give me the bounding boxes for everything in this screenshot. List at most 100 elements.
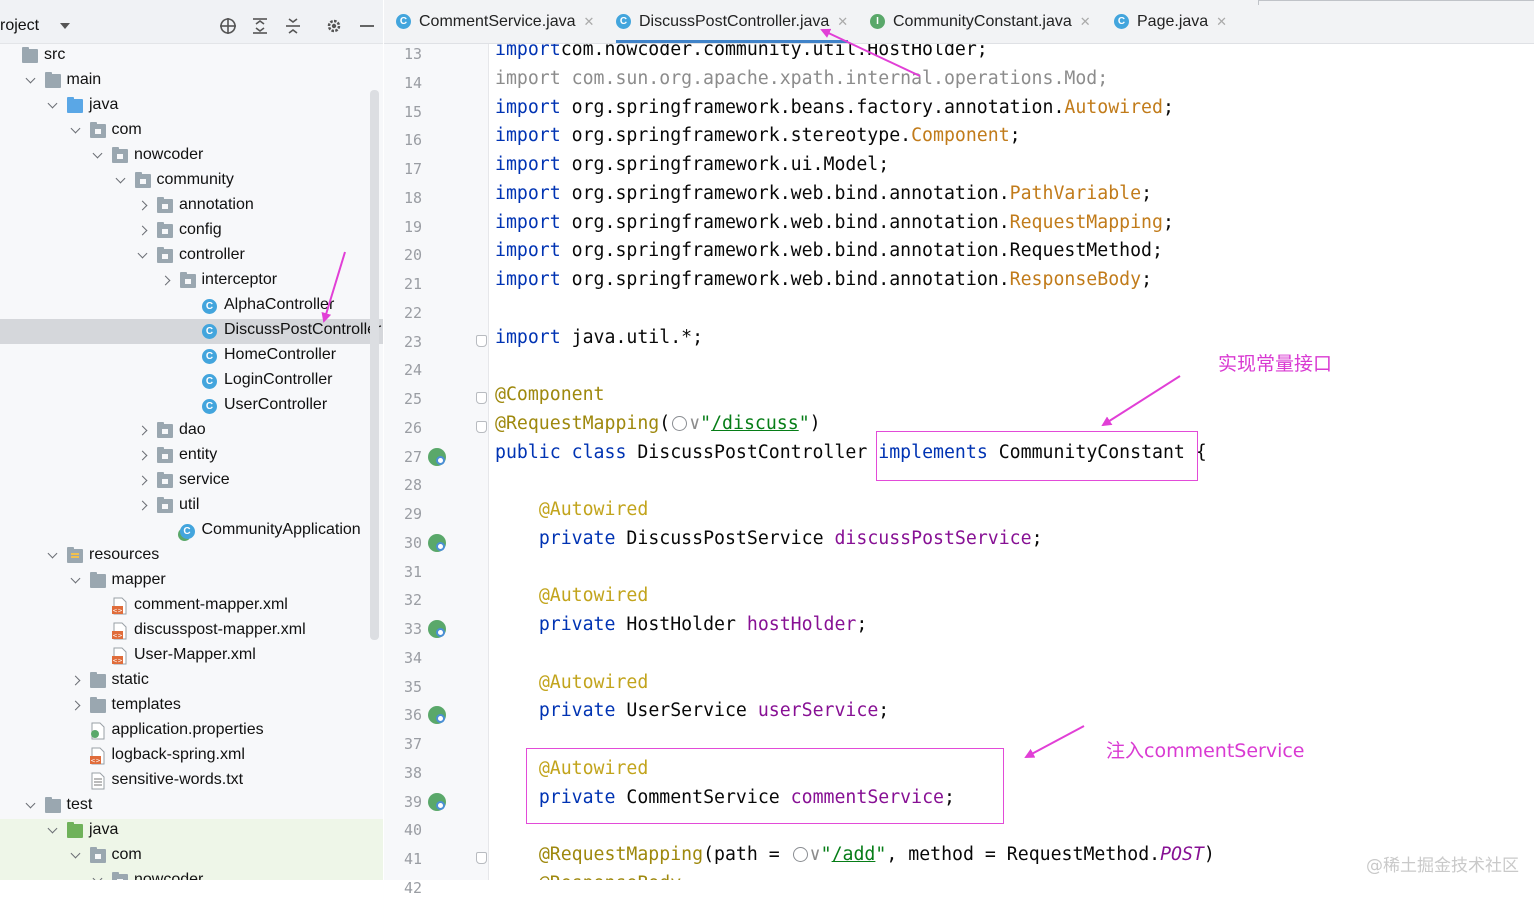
tree-item[interactable]: C DiscussPostController — [0, 319, 383, 344]
close-icon[interactable]: ✕ — [584, 14, 595, 30]
bean-navigation-icon[interactable] — [428, 620, 446, 638]
tree-item-label: application.properties — [111, 721, 264, 738]
tree-item[interactable]: interceptor — [0, 269, 383, 294]
class-icon: C — [202, 374, 217, 389]
project-scrollbar[interactable] — [370, 90, 379, 640]
code-token: private — [538, 614, 616, 635]
collapse-all-icon[interactable] — [283, 16, 303, 36]
package-icon — [112, 147, 128, 163]
tree-item[interactable]: C AlphaController — [0, 294, 383, 319]
close-icon[interactable]: ✕ — [1216, 14, 1227, 30]
tree-item[interactable]: <> logback-spring.xml — [0, 744, 383, 769]
tree-item[interactable]: com — [0, 119, 383, 144]
chevron-down-icon[interactable] — [92, 148, 103, 159]
chevron-down-icon[interactable] — [70, 848, 80, 859]
bean-navigation-icon[interactable] — [428, 447, 446, 466]
fold-icon[interactable] — [476, 334, 487, 347]
tree-item[interactable]: service — [0, 469, 383, 494]
editor-tab[interactable]: C Page.java ✕ — [1114, 0, 1227, 43]
tree-item[interactable]: resources — [0, 544, 383, 569]
tree-item[interactable]: C CommunityApplication — [0, 519, 383, 544]
project-title[interactable]: roject — [0, 17, 39, 35]
fold-icon[interactable] — [476, 392, 487, 404]
tree-item[interactable]: <> discusspost-mapper.xml — [0, 619, 383, 644]
tree-item[interactable]: <> comment-mapper.xml — [0, 594, 383, 619]
fold-icon[interactable] — [476, 852, 487, 864]
tree-item[interactable]: mapper — [0, 569, 383, 594]
code-line: importcom.nowcoder.community.util.HostHo… — [495, 44, 988, 64]
chevron-right-icon[interactable] — [137, 200, 148, 211]
chevron-right-icon[interactable] — [137, 475, 148, 486]
tree-item-label: util — [179, 496, 200, 513]
chevron-down-icon[interactable] — [70, 573, 80, 584]
chevron-right-icon[interactable] — [70, 675, 80, 686]
editor-tab[interactable]: C DiscussPostController.java ✕ — [616, 0, 849, 43]
close-icon[interactable]: ✕ — [837, 14, 848, 30]
tree-item[interactable]: <> User-Mapper.xml — [0, 644, 383, 669]
tree-item[interactable]: community — [0, 169, 383, 194]
tree-item[interactable]: nowcoder — [0, 144, 383, 169]
tree-item[interactable]: nowcoder — [0, 869, 383, 880]
tree-item[interactable]: java — [0, 94, 383, 119]
chevron-right-icon[interactable] — [137, 450, 148, 461]
editor-tab[interactable]: I CommunityConstant.java ✕ — [870, 0, 1091, 43]
bean-navigation-icon[interactable] — [428, 792, 446, 811]
tree-item[interactable]: sensitive-words.txt — [0, 769, 383, 794]
chevron-right-icon[interactable] — [137, 425, 148, 436]
tree-item[interactable]: C LoginController — [0, 369, 383, 394]
code-line: @ResponseBody — [495, 870, 681, 880]
tree-item[interactable]: controller — [0, 244, 383, 269]
code-token: POST — [1160, 844, 1204, 865]
tree-item[interactable]: test — [0, 794, 383, 819]
code-token: @RequestMapping — [538, 844, 704, 865]
chevron-down-icon[interactable] — [137, 248, 148, 259]
chevron-down-icon[interactable] — [47, 98, 58, 109]
gear-icon[interactable] — [324, 16, 344, 36]
bean-navigation-icon[interactable] — [428, 533, 446, 552]
expand-all-icon[interactable] — [250, 16, 270, 36]
tree-item[interactable]: annotation — [0, 194, 383, 219]
chevron-down-icon[interactable] — [92, 873, 103, 880]
globe-icon[interactable] — [792, 847, 808, 862]
tree-item[interactable]: dao — [0, 419, 383, 444]
chevron-right-icon[interactable] — [70, 700, 80, 711]
chevron-down-icon[interactable] — [70, 123, 80, 134]
fold-icon[interactable] — [476, 420, 487, 433]
chevron-down-icon[interactable] — [47, 823, 58, 834]
folder-icon — [67, 547, 83, 563]
chevron-right-icon[interactable] — [160, 275, 170, 286]
globe-icon[interactable] — [672, 415, 688, 431]
hide-panel-icon[interactable] — [357, 16, 377, 36]
chevron-down-icon[interactable] — [25, 73, 35, 84]
code-token: " — [820, 844, 832, 865]
tree-item[interactable]: main — [0, 69, 383, 94]
chevron-down-icon[interactable] — [25, 798, 35, 809]
tree-item[interactable]: entity — [0, 444, 383, 469]
tree-item-label: logback-spring.xml — [111, 746, 245, 763]
chevron-down-icon[interactable] — [115, 173, 125, 184]
class-icon: C — [202, 349, 217, 364]
chevron-right-icon[interactable] — [137, 225, 148, 236]
tree-item[interactable]: config — [0, 219, 383, 244]
editor-gutter: 13 14 15 16 17 18 19 20 21 22 23 24 25 26 27 28 29 30 31 32… — [384, 44, 489, 897]
bean-navigation-icon[interactable] — [428, 706, 446, 725]
chevron-down-icon[interactable] — [47, 548, 58, 559]
tree-item[interactable]: application.properties — [0, 719, 383, 744]
tree-item[interactable]: templates — [0, 694, 383, 719]
tree-item[interactable]: com — [0, 844, 383, 869]
tree-item[interactable]: src — [0, 44, 383, 69]
close-icon[interactable]: ✕ — [1080, 14, 1091, 30]
project-view-dropdown-icon[interactable] — [60, 23, 70, 29]
editor-tab-bar: C CommentService.java ✕ C DiscussPostControl… — [384, 0, 1534, 44]
locate-icon[interactable] — [218, 16, 238, 36]
tree-item[interactable]: C UserController — [0, 394, 383, 419]
tree-item[interactable]: util — [0, 494, 383, 519]
tree-item[interactable]: C HomeController — [0, 344, 383, 369]
line-number: 27 — [403, 447, 422, 466]
tree-item[interactable]: static — [0, 669, 383, 694]
chevron-right-icon[interactable] — [137, 500, 148, 511]
xml-file-icon: <> — [112, 647, 127, 665]
editor-tab[interactable]: C CommentService.java ✕ — [396, 0, 594, 43]
tree-item[interactable]: java — [0, 819, 383, 844]
line-number: 16 — [403, 131, 422, 150]
